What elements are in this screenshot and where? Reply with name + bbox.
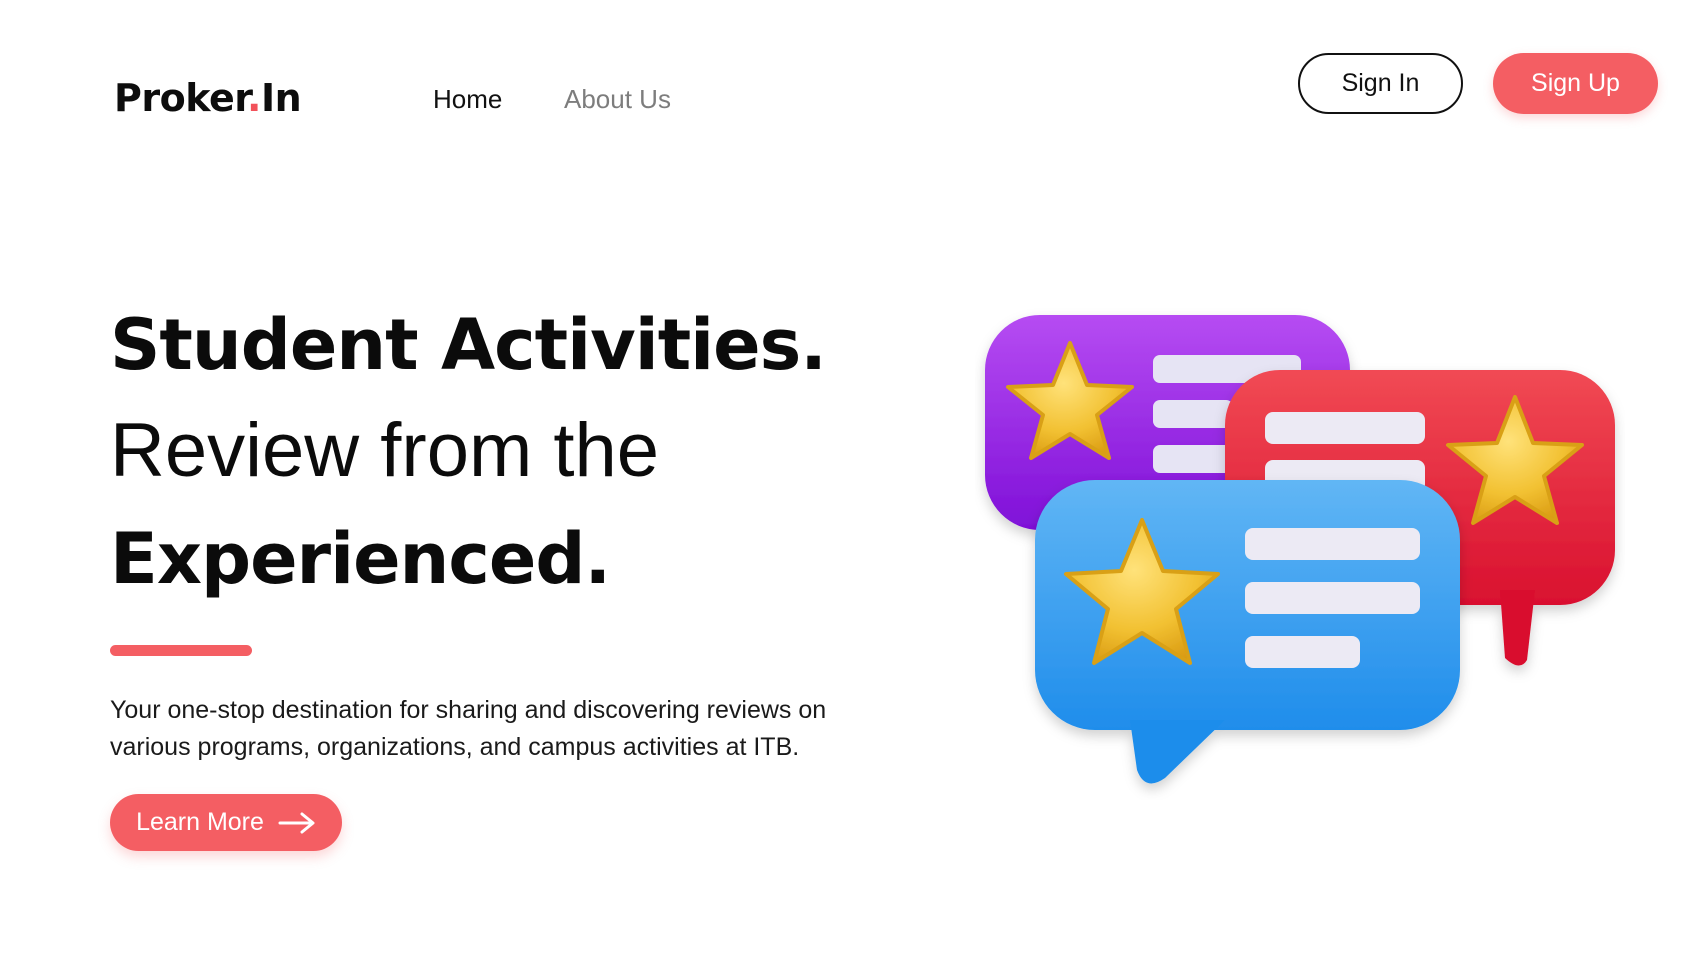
nav-about-us[interactable]: About Us (564, 82, 671, 116)
logo[interactable]: Proker.In (114, 74, 302, 122)
learn-more-label: Learn More (136, 808, 264, 836)
hero-title-line-1: Student Activities. (110, 304, 827, 386)
hero-description-line-2: various programs, organizations, and cam… (110, 733, 800, 761)
nav-home[interactable]: Home (433, 82, 502, 116)
hero-title-line-3: Experienced. (110, 518, 611, 600)
sign-in-button[interactable]: Sign In (1298, 53, 1463, 114)
learn-more-button[interactable]: Learn More (110, 794, 342, 851)
logo-text: Proker (114, 76, 248, 120)
hero-description: Your one-stop destination for sharing an… (110, 692, 910, 766)
sign-up-button[interactable]: Sign Up (1493, 53, 1658, 114)
hero-description-line-1: Your one-stop destination for sharing an… (110, 696, 827, 724)
accent-divider (110, 645, 252, 656)
blue-review-bubble (1035, 480, 1460, 784)
arrow-right-icon (278, 812, 315, 833)
landing-page: Proker.In Home About Us Sign In Sign Up … (0, 0, 1705, 959)
logo-suffix: In (260, 76, 302, 120)
review-bubbles-illustration (985, 315, 1615, 784)
logo-dot: . (247, 76, 261, 120)
hero-title-line-2: Review from the (110, 408, 660, 493)
